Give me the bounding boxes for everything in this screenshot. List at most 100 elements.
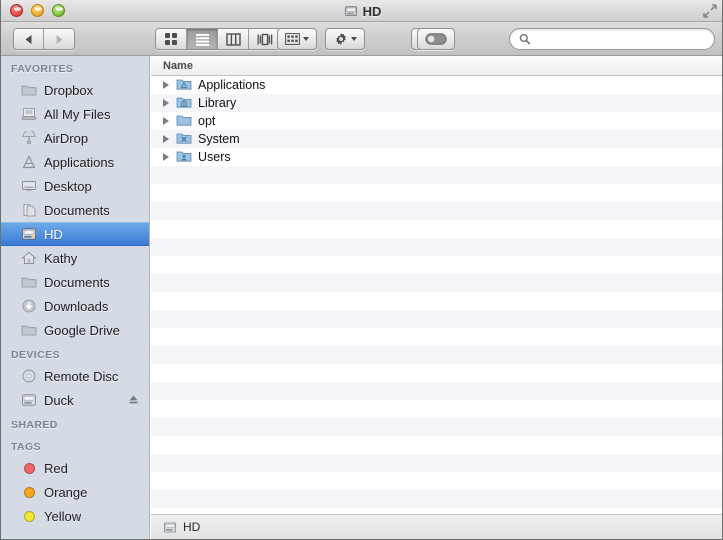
icon-view-button[interactable]: [156, 29, 187, 49]
gear-icon: [335, 33, 346, 45]
title-text: HD: [362, 3, 382, 19]
sidebar-item-duck[interactable]: Duck: [1, 388, 149, 412]
folder-icon: [21, 274, 37, 290]
arrange-button[interactable]: [277, 28, 317, 50]
column-headers: Name: [151, 56, 722, 76]
sidebar-item-tag-orange[interactable]: Orange: [1, 480, 149, 504]
disclosure-triangle-icon[interactable]: [163, 117, 169, 125]
disclosure-triangle-icon[interactable]: [163, 99, 169, 107]
disclosure-triangle-icon[interactable]: [163, 81, 169, 89]
folder-icon: [176, 113, 192, 129]
table-row[interactable]: Users: [151, 148, 722, 166]
table-row[interactable]: Applications: [151, 76, 722, 94]
sidebar-item-applications[interactable]: Applications: [1, 150, 149, 174]
sidebar-item-desktop[interactable]: Desktop: [1, 174, 149, 198]
empty-row: [151, 454, 722, 472]
empty-row: [151, 382, 722, 400]
sidebar-item-remote-disc[interactable]: Remote Disc: [1, 364, 149, 388]
columns-icon: [225, 32, 241, 46]
empty-row: [151, 220, 722, 238]
folder-icon: [21, 322, 37, 338]
sidebar-item-dropbox[interactable]: Dropbox: [1, 78, 149, 102]
home-icon: [21, 250, 37, 266]
sidebar-item-label: Yellow: [44, 508, 82, 524]
empty-row: [151, 202, 722, 220]
sidebar-item-label: Documents: [44, 274, 110, 290]
path-bar[interactable]: HD: [151, 514, 722, 539]
sidebar-item-label: All My Files: [44, 106, 111, 122]
sidebar-item-tag-red[interactable]: Red: [1, 456, 149, 480]
title-bar: HD: [1, 0, 722, 22]
empty-row: [151, 238, 722, 256]
coverflow-view-button[interactable]: [249, 29, 280, 49]
row-name: System: [198, 132, 240, 146]
sidebar-item-label: Orange: [44, 484, 88, 500]
path-bar-label: HD: [183, 520, 201, 534]
empty-row: [151, 184, 722, 202]
folder-users-icon: [176, 149, 192, 165]
disclosure-triangle-icon[interactable]: [163, 135, 169, 143]
chevron-down-icon: [350, 37, 357, 41]
arrow-left-icon: [25, 34, 31, 44]
column-header-name[interactable]: Name: [151, 60, 193, 72]
eject-icon[interactable]: [128, 393, 139, 408]
sidebar-item-tag-yellow[interactable]: Yellow: [1, 504, 149, 528]
sidebar-item-all-my-files[interactable]: All My Files: [1, 102, 149, 126]
sidebar-section-devices: DEVICES: [11, 349, 60, 361]
arrange-grid-icon: [285, 33, 300, 45]
table-row[interactable]: opt: [151, 112, 722, 130]
grid-icon: [165, 33, 177, 45]
back-button[interactable]: [14, 29, 44, 49]
disclosure-triangle-icon[interactable]: [163, 153, 169, 161]
empty-row: [151, 310, 722, 328]
hard-drive-icon: [21, 392, 37, 408]
window-title: HD: [1, 0, 722, 22]
desktop-icon: [21, 178, 37, 194]
tag-button[interactable]: [417, 28, 455, 50]
sidebar-item-label: Duck: [44, 392, 74, 408]
hard-drive-icon: [163, 522, 177, 532]
fullscreen-arrows-icon[interactable]: [702, 3, 718, 19]
sidebar-item-downloads[interactable]: Downloads: [1, 294, 149, 318]
hard-drive-icon: [21, 226, 37, 242]
sidebar[interactable]: FAVORITES Dropbox All My Files AirDrop A…: [1, 56, 150, 539]
sidebar-item-hd[interactable]: HD: [1, 222, 149, 246]
sidebar-item-documents[interactable]: Documents: [1, 198, 149, 222]
sidebar-item-label: Google Drive: [44, 322, 120, 338]
sidebar-item-label: Downloads: [44, 298, 109, 314]
action-menu-button[interactable]: [325, 28, 365, 50]
search-icon: [519, 33, 531, 45]
sidebar-section-shared: SHARED: [11, 419, 58, 431]
table-row[interactable]: Library: [151, 94, 722, 112]
search-field[interactable]: [509, 28, 715, 50]
column-view-button[interactable]: [218, 29, 249, 49]
airdrop-icon: [21, 130, 37, 146]
search-input[interactable]: [535, 32, 705, 46]
row-name: opt: [198, 114, 216, 128]
list-icon: [195, 33, 209, 46]
sidebar-item-label: Dropbox: [44, 82, 94, 98]
empty-row: [151, 400, 722, 418]
finder-window: HD FAVORITES Dropbox All My Files AirDro…: [0, 0, 723, 540]
folder-library-icon: [176, 95, 192, 111]
empty-row: [151, 274, 722, 292]
empty-row: [151, 292, 722, 310]
sidebar-item-documents-2[interactable]: Documents: [1, 270, 149, 294]
empty-row: [151, 490, 722, 508]
forward-button[interactable]: [44, 29, 74, 49]
sidebar-item-google-drive[interactable]: Google Drive: [1, 318, 149, 342]
empty-row: [151, 364, 722, 382]
applications-icon: [21, 154, 37, 170]
empty-row: [151, 472, 722, 490]
documents-icon: [21, 202, 37, 218]
table-row[interactable]: System: [151, 130, 722, 148]
sidebar-item-airdrop[interactable]: AirDrop: [1, 126, 149, 150]
coverflow-icon: [257, 33, 272, 45]
file-rows[interactable]: Applications Library opt System Users: [151, 76, 722, 514]
chevron-down-icon: [303, 37, 309, 41]
list-view-button[interactable]: [187, 29, 218, 49]
row-name: Users: [198, 150, 231, 164]
tag-dot-icon: [21, 460, 37, 476]
sidebar-item-kathy[interactable]: Kathy: [1, 246, 149, 270]
sidebar-item-label: Desktop: [44, 178, 92, 194]
